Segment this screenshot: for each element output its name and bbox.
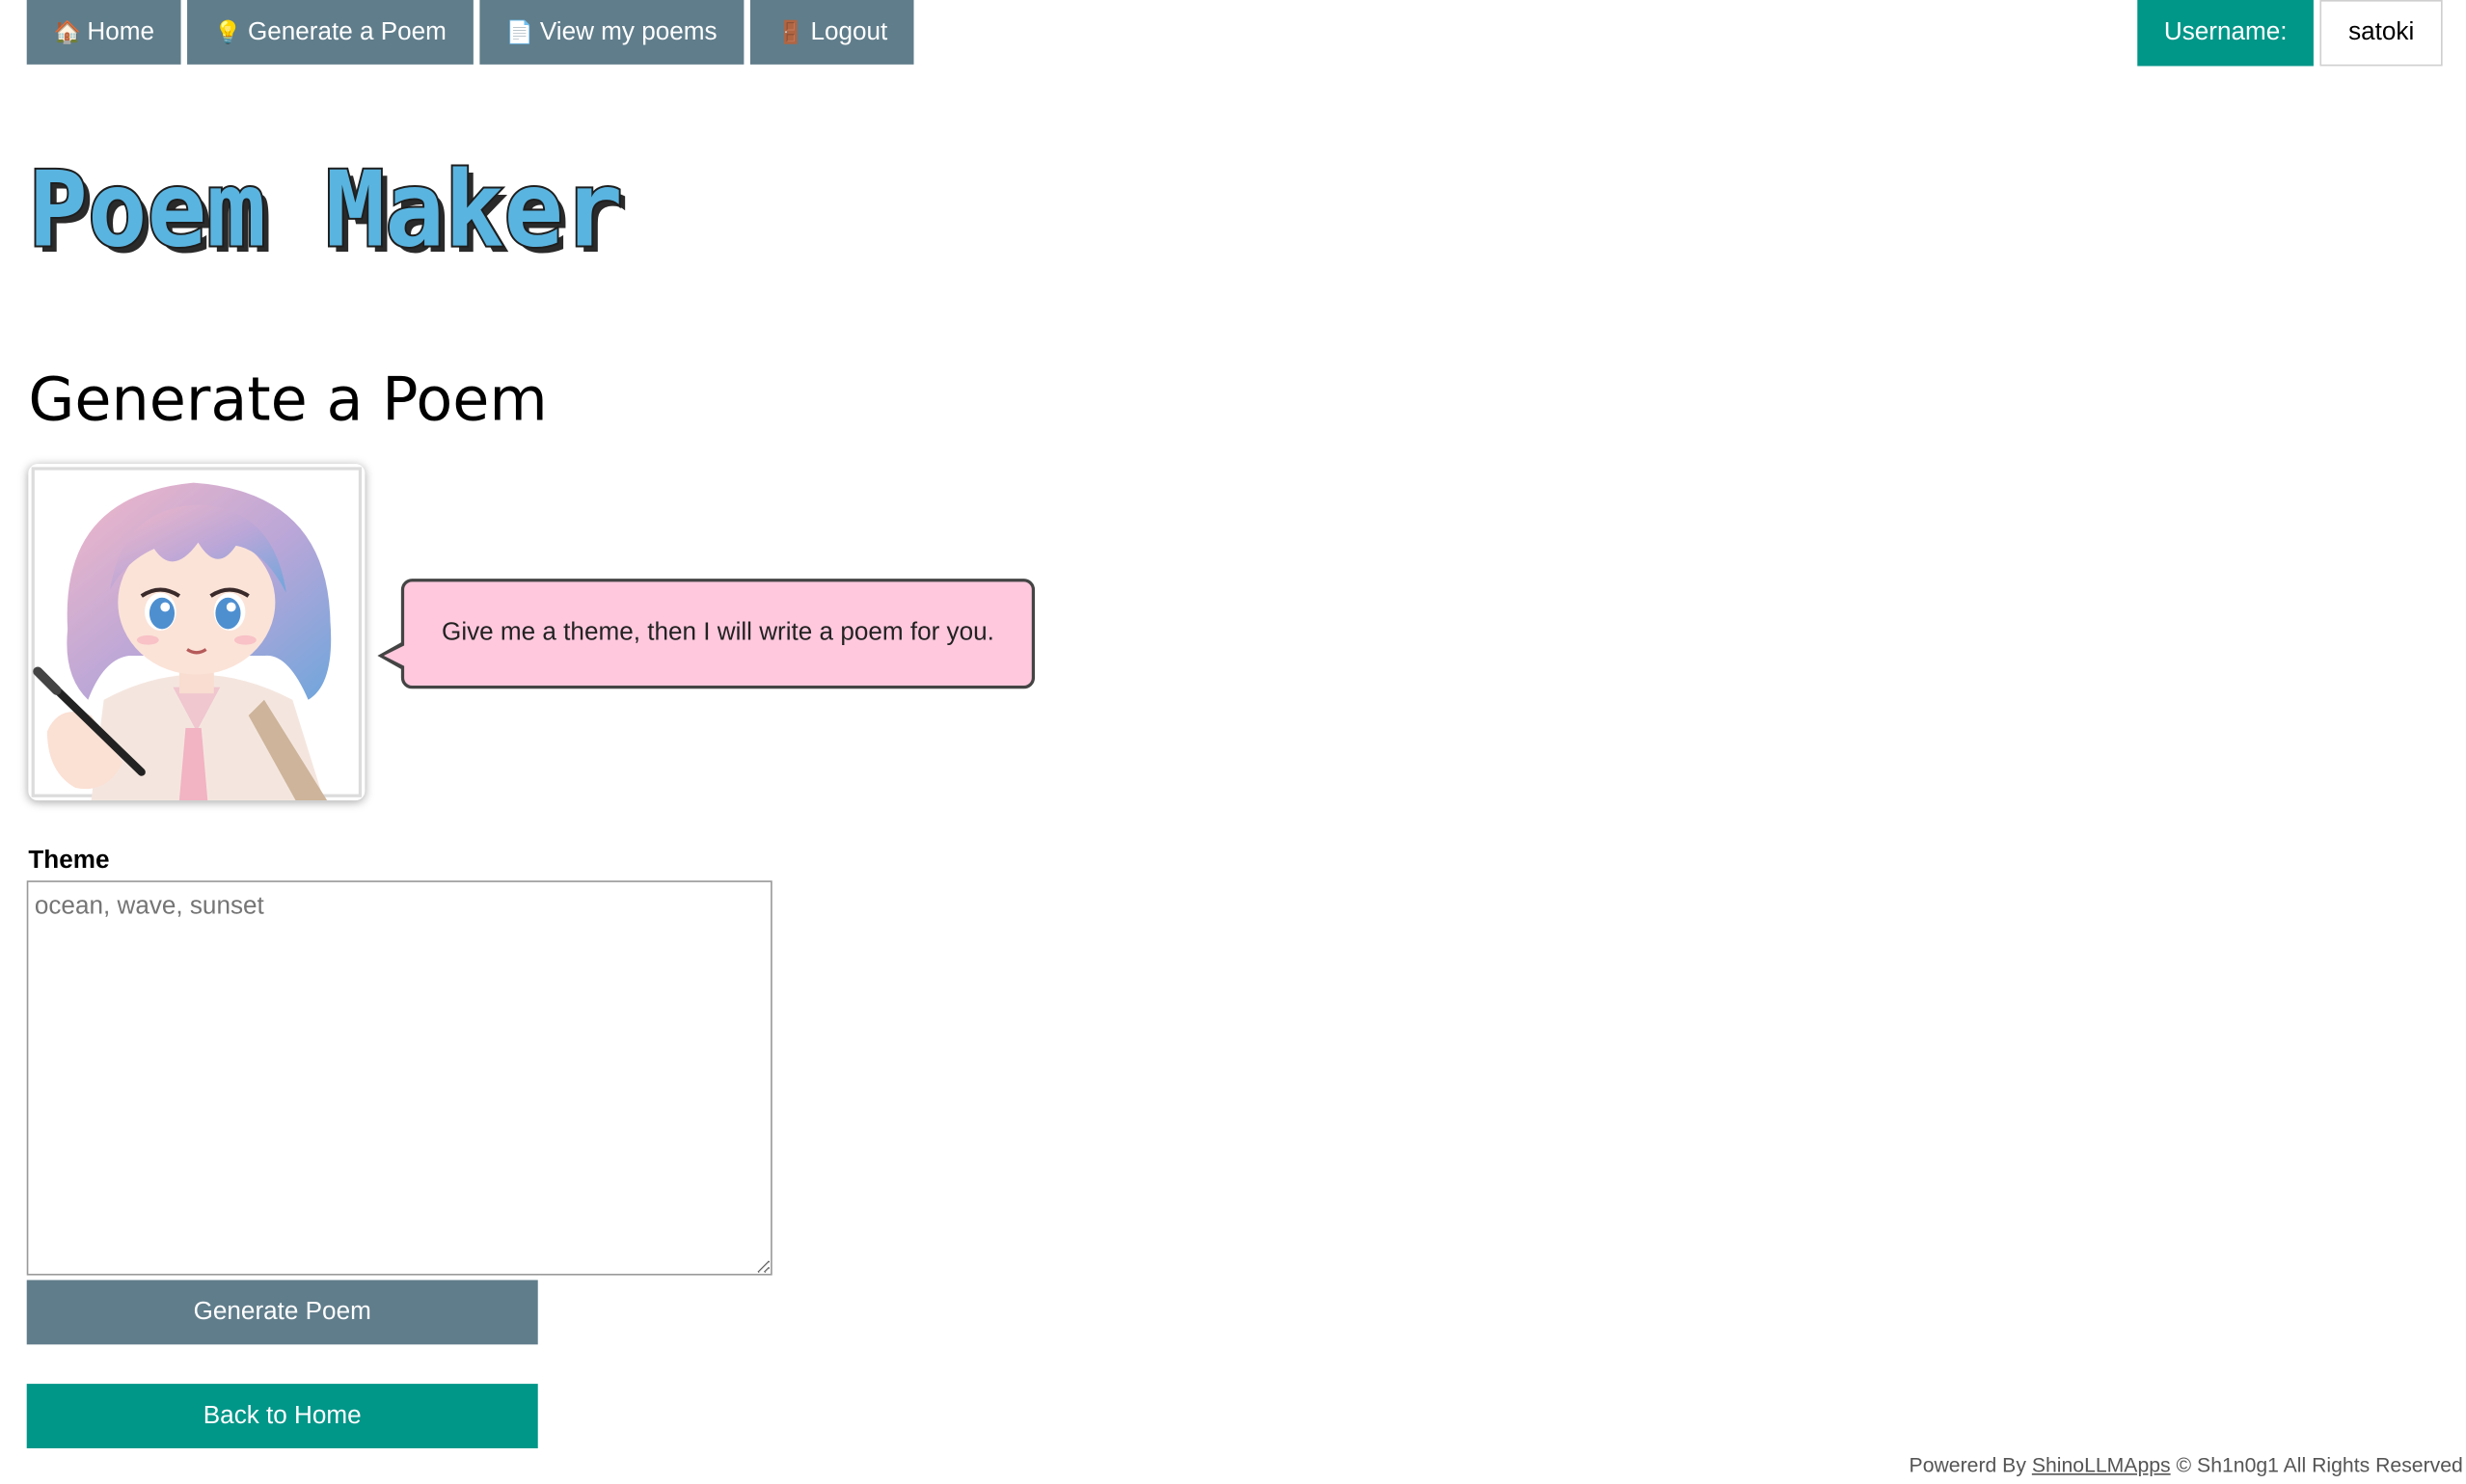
footer-suffix: © Sh1n0g1 All Rights Reserved	[2176, 1452, 2463, 1477]
generate-poem-button[interactable]: Generate Poem	[26, 1280, 538, 1345]
assistant-message: Give me a theme, then I will write a poe…	[442, 619, 994, 647]
username-value: satoki	[2319, 0, 2443, 67]
page-title: Generate a Poem	[28, 364, 548, 435]
nav-generate-label: Generate a Poem	[247, 17, 447, 45]
nav-home-button[interactable]: 🏠 Home	[26, 0, 181, 65]
theme-textarea[interactable]	[26, 880, 772, 1276]
theme-label: Theme	[28, 848, 110, 875]
app-logo: Poem Maker Poem Maker	[26, 148, 640, 277]
page-icon: 📄	[505, 18, 534, 44]
nav-view-poems-button[interactable]: 📄 View my poems	[479, 0, 745, 65]
footer-link[interactable]: ShinoLLMApps	[2032, 1453, 2171, 1476]
svg-text:Poem Maker: Poem Maker	[28, 151, 622, 264]
lightbulb-icon: 💡	[213, 18, 242, 44]
nav-generate-button[interactable]: 💡 Generate a Poem	[187, 0, 474, 65]
nav-view-poems-label: View my poems	[539, 17, 718, 45]
nav-logout-label: Logout	[810, 17, 888, 45]
back-to-home-button[interactable]: Back to Home	[26, 1384, 538, 1448]
footer: Powererd By ShinoLLMApps © Sh1n0g1 All R…	[1910, 1453, 2463, 1476]
top-nav: 🏠 Home 💡 Generate a Poem 📄 View my poems…	[26, 0, 915, 65]
nav-home-label: Home	[87, 17, 155, 45]
door-icon: 🚪	[776, 18, 804, 44]
assistant-avatar	[28, 464, 366, 801]
assistant-speech-bubble: Give me a theme, then I will write a poe…	[377, 579, 1036, 689]
house-icon: 🏠	[53, 18, 81, 44]
user-info: Username: satoki	[2137, 0, 2443, 67]
nav-logout-button[interactable]: 🚪 Logout	[749, 0, 915, 65]
username-label: Username:	[2137, 0, 2315, 67]
footer-prefix: Powererd By	[1909, 1452, 2026, 1477]
logo-wordmark: Poem Maker Poem Maker	[26, 148, 629, 277]
